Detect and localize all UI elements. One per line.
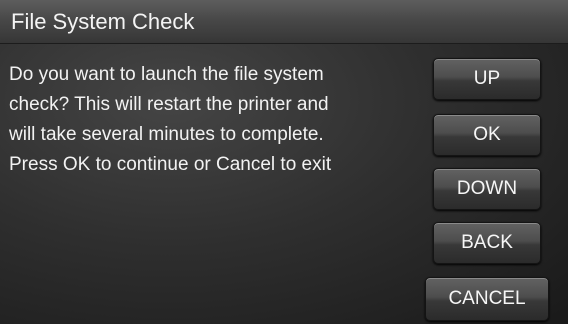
message-line: Press OK to continue or Cancel to exit bbox=[9, 154, 332, 175]
dialog-message: Do you want to launch the file system ch… bbox=[9, 60, 409, 180]
up-button[interactable]: UP bbox=[433, 58, 541, 100]
title-bar: File System Check bbox=[0, 0, 568, 44]
back-button[interactable]: BACK bbox=[433, 222, 541, 264]
ok-button[interactable]: OK bbox=[433, 114, 541, 156]
printer-screen: File System Check Do you want to launch … bbox=[0, 0, 568, 324]
cancel-button[interactable]: CANCEL bbox=[425, 277, 549, 321]
dialog-title: File System Check bbox=[11, 9, 195, 34]
message-line: check? This will restart the printer and bbox=[9, 94, 329, 115]
message-line: will take several minutes to complete. bbox=[9, 124, 324, 145]
message-line: Do you want to launch the file system bbox=[9, 64, 324, 85]
down-button[interactable]: DOWN bbox=[433, 168, 541, 210]
